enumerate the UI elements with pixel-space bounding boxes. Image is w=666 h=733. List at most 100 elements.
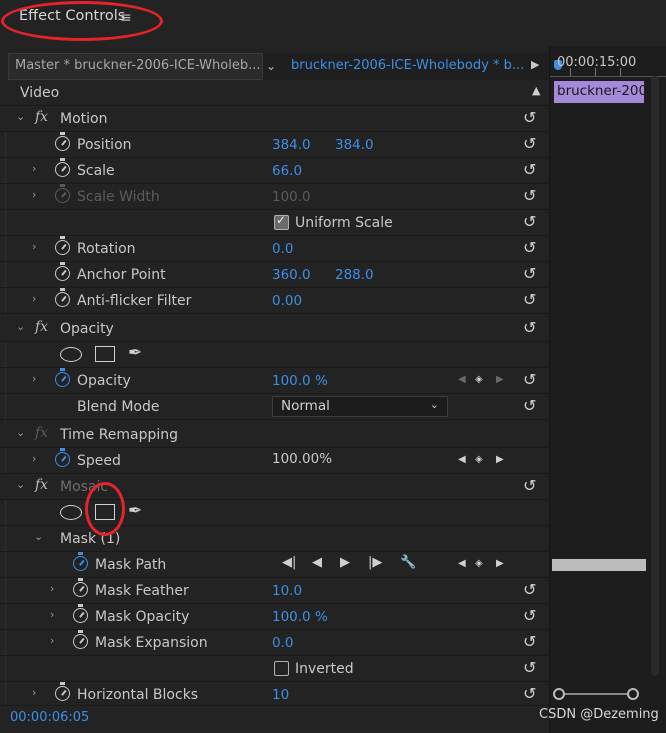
timeline-clip[interactable]: bruckner-200 <box>554 81 644 103</box>
pen-mask-icon[interactable]: ✒ <box>128 501 142 521</box>
timeline-zoom-scrollbar[interactable] <box>553 687 639 701</box>
twirl-open-icon[interactable]: ⌄ <box>16 426 25 439</box>
step-backward-icon[interactable]: ◀ <box>312 555 322 570</box>
reset-icon[interactable]: ↺ <box>523 108 536 127</box>
twirl-open-icon[interactable]: ⌄ <box>16 320 25 333</box>
fx-toggle-icon[interactable]: fx <box>35 319 48 335</box>
mask-feather-value[interactable]: 10.0 <box>272 583 302 599</box>
fx-toggle-icon[interactable]: fx <box>35 109 48 125</box>
inverted-checkbox[interactable] <box>274 661 289 676</box>
reset-icon[interactable]: ↺ <box>523 238 536 257</box>
next-keyframe-icon[interactable]: ▶ <box>496 558 504 569</box>
wrench-icon[interactable]: 🔧 <box>400 555 416 570</box>
fx-toggle-icon[interactable]: fx <box>35 477 48 493</box>
reset-icon[interactable]: ↺ <box>523 632 536 651</box>
twirl-open-icon[interactable]: ⌄ <box>34 530 43 543</box>
reset-icon[interactable]: ↺ <box>523 684 536 703</box>
scale-value[interactable]: 66.0 <box>272 163 302 179</box>
next-keyframe-icon[interactable]: ▶ <box>496 374 504 385</box>
twirl-closed-icon[interactable]: › <box>32 452 36 465</box>
twirl-closed-icon[interactable]: › <box>32 372 36 385</box>
step-forward-icon[interactable]: ▶ <box>340 555 350 570</box>
track-backward-icon[interactable]: ◀| <box>282 555 296 570</box>
twirl-open-icon[interactable]: ⌄ <box>16 478 25 491</box>
anti-flicker-value[interactable]: 0.00 <box>272 293 302 309</box>
reset-icon[interactable]: ↺ <box>523 264 536 283</box>
anchor-x-value[interactable]: 360.0 <box>272 267 311 283</box>
collapse-up-icon[interactable]: ▲ <box>532 84 540 97</box>
twirl-closed-icon[interactable]: › <box>50 608 54 621</box>
reset-icon[interactable]: ↺ <box>523 476 536 495</box>
ellipse-mask-icon[interactable] <box>60 505 82 520</box>
position-x-value[interactable]: 384.0 <box>272 137 311 153</box>
twirl-closed-icon[interactable]: › <box>32 162 36 175</box>
mask-1-header[interactable]: ⌄ Mask (1) <box>0 526 549 552</box>
effect-motion[interactable]: ⌄ fx Motion ↺ <box>0 106 549 132</box>
vertical-scrollbar[interactable] <box>646 76 664 686</box>
horizontal-blocks-value[interactable]: 10 <box>272 687 289 703</box>
stopwatch-icon[interactable] <box>73 578 88 597</box>
stopwatch-icon[interactable] <box>55 288 70 307</box>
stopwatch-icon[interactable] <box>73 552 88 571</box>
master-clip-label[interactable]: Master * bruckner-2006-ICE-Wholeb... <box>8 53 263 80</box>
rectangle-mask-icon[interactable] <box>95 346 115 362</box>
stopwatch-icon[interactable] <box>73 604 88 623</box>
reset-icon[interactable]: ↺ <box>523 212 536 231</box>
reset-icon[interactable]: ↺ <box>523 186 536 205</box>
stopwatch-icon[interactable] <box>73 630 88 649</box>
twirl-closed-icon[interactable]: › <box>50 634 54 647</box>
twirl-open-icon[interactable]: ⌄ <box>16 110 25 123</box>
reset-icon[interactable]: ↺ <box>523 318 536 337</box>
stopwatch-icon[interactable] <box>55 448 70 467</box>
prev-keyframe-icon[interactable]: ◀ <box>458 558 466 569</box>
current-time-display[interactable]: 00:00:06:05 <box>10 710 89 725</box>
panel-title[interactable]: Effect Controls <box>19 8 125 24</box>
position-y-value[interactable]: 384.0 <box>335 137 374 153</box>
add-keyframe-icon[interactable]: ◈ <box>475 558 483 569</box>
chevron-down-icon[interactable]: ⌄ <box>266 59 276 73</box>
anchor-y-value[interactable]: 288.0 <box>335 267 374 283</box>
effect-time-remapping[interactable]: ⌄ fx Time Remapping <box>0 422 549 448</box>
reset-icon[interactable]: ↺ <box>523 606 536 625</box>
reset-icon[interactable]: ↺ <box>523 580 536 599</box>
next-keyframe-icon[interactable]: ▶ <box>496 454 504 465</box>
mask-opacity-value[interactable]: 100.0 % <box>272 609 328 625</box>
stopwatch-icon[interactable] <box>55 236 70 255</box>
stopwatch-icon[interactable] <box>55 682 70 701</box>
rectangle-mask-icon[interactable] <box>95 504 115 520</box>
reset-icon[interactable]: ↺ <box>523 370 536 389</box>
twirl-closed-icon[interactable]: › <box>32 240 36 253</box>
stopwatch-icon[interactable] <box>55 368 70 387</box>
twirl-closed-icon[interactable]: › <box>32 188 36 201</box>
speed-value[interactable]: 100.00% <box>272 451 332 467</box>
sequence-clip-link[interactable]: bruckner-2006-ICE-Wholebody * b... <box>291 58 524 73</box>
panel-menu-icon[interactable]: ≡ <box>120 10 132 26</box>
twirl-closed-icon[interactable]: › <box>50 582 54 595</box>
uniform-scale-checkbox[interactable]: ✓ <box>274 213 289 230</box>
pen-mask-icon[interactable]: ✒ <box>128 343 142 363</box>
reset-icon[interactable]: ↺ <box>523 134 536 153</box>
twirl-closed-icon[interactable]: › <box>32 686 36 699</box>
reset-icon[interactable]: ↺ <box>523 396 536 415</box>
blend-mode-dropdown[interactable]: Normal ⌄ <box>272 396 448 417</box>
reset-icon[interactable]: ↺ <box>523 658 536 677</box>
prev-keyframe-icon[interactable]: ◀ <box>458 454 466 465</box>
prev-keyframe-icon[interactable]: ◀ <box>458 374 466 385</box>
ellipse-mask-icon[interactable] <box>60 347 82 362</box>
reset-icon[interactable]: ↺ <box>523 160 536 179</box>
play-arrow-icon[interactable]: ▶ <box>531 58 539 71</box>
stopwatch-icon[interactable] <box>55 132 70 151</box>
add-keyframe-icon[interactable]: ◈ <box>475 454 483 465</box>
twirl-closed-icon[interactable]: › <box>32 292 36 305</box>
effect-mosaic[interactable]: ⌄ fx Mosaic ↺ <box>0 474 549 500</box>
track-forward-icon[interactable]: |▶ <box>368 555 382 570</box>
effect-opacity[interactable]: ⌄ fx Opacity ↺ <box>0 316 549 342</box>
reset-icon[interactable]: ↺ <box>523 290 536 309</box>
rotation-value[interactable]: 0.0 <box>272 241 293 257</box>
zoom-handle-left[interactable] <box>553 688 565 700</box>
add-keyframe-icon[interactable]: ◈ <box>475 374 483 385</box>
stopwatch-icon[interactable] <box>55 158 70 177</box>
zoom-handle-right[interactable] <box>627 688 639 700</box>
stopwatch-icon[interactable] <box>55 262 70 281</box>
mask-expansion-value[interactable]: 0.0 <box>272 635 293 651</box>
